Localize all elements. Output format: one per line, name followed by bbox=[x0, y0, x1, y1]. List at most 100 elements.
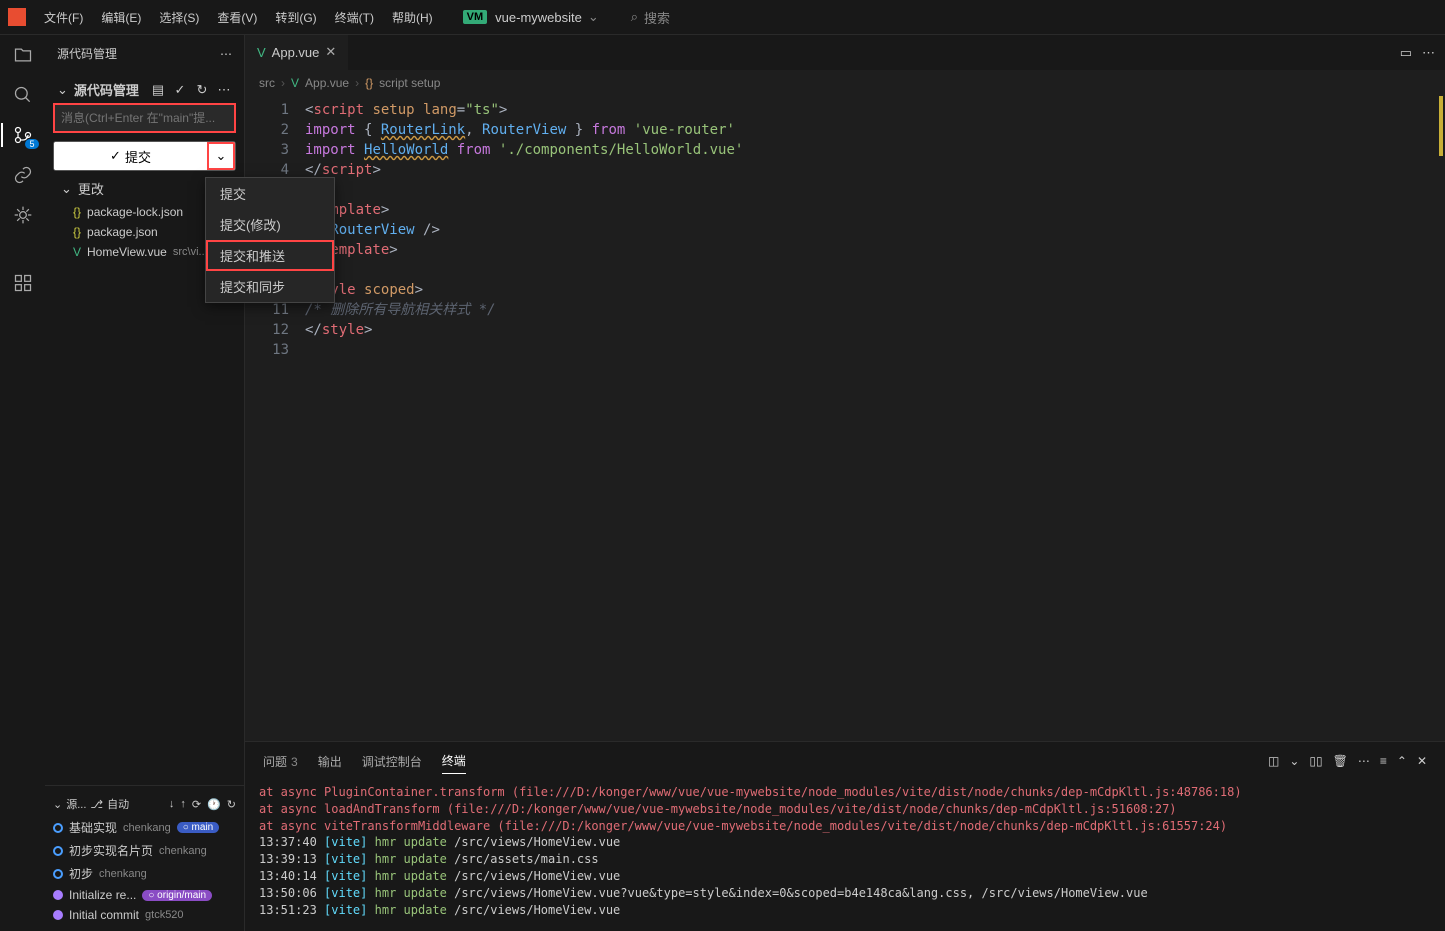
commit-message: Initial commit bbox=[69, 908, 139, 922]
commit-message-input[interactable] bbox=[53, 103, 236, 133]
trash-icon[interactable]: 🗑 bbox=[1333, 754, 1348, 768]
split-editor-icon[interactable]: ▭ bbox=[1400, 45, 1412, 61]
close-icon[interactable]: ✕ bbox=[1417, 754, 1427, 768]
menu-terminal[interactable]: 终端(T) bbox=[327, 5, 382, 30]
graph-commit[interactable]: Initialize re... ○ origin/main bbox=[53, 885, 236, 905]
graph-header[interactable]: ⌄ 源... ⎇ 自动 ↓ ↑ ⟳ 🕐 ↻ bbox=[53, 792, 236, 816]
menu-select[interactable]: 选择(S) bbox=[151, 5, 207, 30]
tab-terminal[interactable]: 终端 bbox=[442, 748, 466, 774]
breadcrumb-part: src bbox=[259, 76, 275, 90]
activity-bar: 5 bbox=[0, 35, 45, 931]
dropdown-item[interactable]: 提交(修改) bbox=[206, 209, 334, 240]
file-name: package.json bbox=[87, 225, 158, 239]
extensions-icon[interactable] bbox=[11, 271, 35, 295]
menu-edit[interactable]: 编辑(E) bbox=[93, 5, 149, 30]
check-icon[interactable]: ✓ bbox=[172, 82, 188, 98]
menu-view[interactable]: 查看(V) bbox=[209, 5, 265, 30]
toggle-icon[interactable]: ≡ bbox=[1380, 754, 1387, 768]
more-icon[interactable]: ⋯ bbox=[1358, 754, 1370, 768]
tab-debug-console[interactable]: 调试控制台 bbox=[362, 749, 422, 774]
graph-commit[interactable]: 初步chenkang bbox=[53, 862, 236, 885]
more-icon[interactable]: ⋯ bbox=[1422, 45, 1435, 61]
tab-output[interactable]: 输出 bbox=[318, 749, 342, 774]
fetch-icon[interactable]: ⟳ bbox=[192, 798, 201, 811]
dropdown-item[interactable]: 提交和同步 bbox=[206, 271, 334, 302]
graph-commit[interactable]: 基础实现chenkang○ main bbox=[53, 816, 236, 839]
view-tree-icon[interactable]: ▤ bbox=[150, 82, 166, 98]
breadcrumb-part: App.vue bbox=[305, 76, 349, 90]
breadcrumb[interactable]: src› VApp.vue› {}script setup bbox=[245, 70, 1445, 96]
chevron-up-icon[interactable]: ⌃ bbox=[1397, 754, 1407, 768]
graph-auto-label: 自动 bbox=[107, 796, 129, 812]
commit-dropdown-button[interactable]: ⌄ bbox=[207, 142, 235, 170]
terminal-output[interactable]: at async PluginContainer.transform (file… bbox=[245, 780, 1445, 931]
refresh-icon[interactable]: ↻ bbox=[194, 82, 210, 98]
menu-goto[interactable]: 转到(G) bbox=[267, 5, 324, 30]
menu-file[interactable]: 文件(F) bbox=[36, 5, 91, 30]
tab-bar: V App.vue ✕ ▭ ⋯ bbox=[245, 35, 1445, 70]
changes-title: 更改 bbox=[78, 179, 104, 198]
link-icon[interactable] bbox=[11, 163, 35, 187]
push-icon[interactable]: ↑ bbox=[180, 798, 186, 811]
sidebar-header: 源代码管理 ⋯ bbox=[45, 35, 244, 72]
pull-icon[interactable]: ↓ bbox=[169, 798, 175, 811]
breadcrumb-part: script setup bbox=[379, 76, 440, 90]
split-right-icon[interactable]: ◫ bbox=[1268, 754, 1279, 768]
branch-icon: ⎇ bbox=[90, 798, 103, 811]
chevron-down-icon: ⌄ bbox=[61, 181, 72, 197]
dropdown-item[interactable]: 提交和推送 bbox=[206, 240, 334, 271]
problems-count: 3 bbox=[291, 755, 298, 769]
project-name[interactable]: vue-mywebsite bbox=[495, 10, 582, 25]
scm-repo-title: 源代码管理 bbox=[74, 80, 139, 99]
search-box[interactable]: ⌕ 搜索 bbox=[631, 8, 670, 27]
menu-help[interactable]: 帮助(H) bbox=[384, 5, 441, 30]
commit-node bbox=[53, 823, 63, 833]
commit-node bbox=[53, 846, 63, 856]
history-icon[interactable]: 🕐 bbox=[207, 798, 221, 811]
project-badge: VM bbox=[463, 10, 488, 24]
chevron-down-icon[interactable]: ⌄ bbox=[1289, 754, 1299, 768]
top-menu: 文件(F) 编辑(E) 选择(S) 查看(V) 转到(G) 终端(T) 帮助(H… bbox=[0, 0, 1445, 35]
commit-node bbox=[53, 890, 63, 900]
graph-commit[interactable]: 初步实现名片页chenkang bbox=[53, 839, 236, 862]
explorer-icon[interactable] bbox=[11, 43, 35, 67]
more-icon[interactable]: ⋯ bbox=[220, 47, 232, 61]
commit-node bbox=[53, 869, 63, 879]
scm-icon[interactable]: 5 bbox=[11, 123, 35, 147]
tab-label: App.vue bbox=[272, 45, 320, 60]
graph-title: 源... bbox=[66, 796, 86, 812]
minimap-indicator bbox=[1439, 96, 1443, 156]
tab-app-vue[interactable]: V App.vue ✕ bbox=[245, 35, 348, 70]
graph-commit[interactable]: Initial commitgtck520 bbox=[53, 905, 236, 925]
chevron-down-icon[interactable]: ⌄ bbox=[588, 9, 599, 25]
debug-icon[interactable] bbox=[11, 203, 35, 227]
commit-button[interactable]: ✓ 提交 bbox=[54, 142, 207, 170]
search-icon[interactable] bbox=[11, 83, 35, 107]
commit-message: 初步实现名片页 bbox=[69, 842, 153, 859]
tab-problems[interactable]: 问题3 bbox=[263, 749, 298, 774]
commit-message: 初步 bbox=[69, 865, 93, 882]
more-icon[interactable]: ⋯ bbox=[216, 82, 232, 98]
editor-area: V App.vue ✕ ▭ ⋯ src› VApp.vue› {}script … bbox=[245, 35, 1445, 931]
terminal-panel: 问题3 输出 调试控制台 终端 ◫ ⌄ ▯▯ 🗑 ⋯ ≡ ⌃ ✕ at asyn… bbox=[245, 741, 1445, 931]
braces-icon: {} bbox=[365, 76, 373, 90]
dropdown-item[interactable]: 提交 bbox=[206, 178, 334, 209]
vue-icon: V bbox=[291, 76, 299, 90]
search-icon: ⌕ bbox=[631, 9, 638, 25]
code-content: <script setup lang="ts"> import { Router… bbox=[305, 96, 1445, 741]
chevron-down-icon: ⌄ bbox=[57, 82, 68, 98]
split-icon[interactable]: ▯▯ bbox=[1309, 754, 1322, 768]
scm-badge: 5 bbox=[25, 139, 38, 149]
sidebar-title: 源代码管理 bbox=[57, 45, 117, 62]
branch-badge: ○ origin/main bbox=[142, 890, 212, 901]
code-editor[interactable]: 12345678910111213 <script setup lang="ts… bbox=[245, 96, 1445, 741]
scm-repo-row[interactable]: ⌄ 源代码管理 ▤ ✓ ↻ ⋯ bbox=[53, 76, 236, 103]
chevron-down-icon: ⌄ bbox=[53, 798, 62, 811]
branch-badge: ○ main bbox=[177, 822, 220, 833]
file-name: package-lock.json bbox=[87, 205, 183, 219]
refresh-icon[interactable]: ↻ bbox=[227, 798, 236, 811]
commit-message: Initialize re... bbox=[69, 888, 136, 902]
close-icon[interactable]: ✕ bbox=[325, 44, 336, 60]
vue-icon: V bbox=[257, 45, 266, 60]
commit-dropdown-menu: 提交提交(修改)提交和推送提交和同步 bbox=[205, 177, 335, 303]
